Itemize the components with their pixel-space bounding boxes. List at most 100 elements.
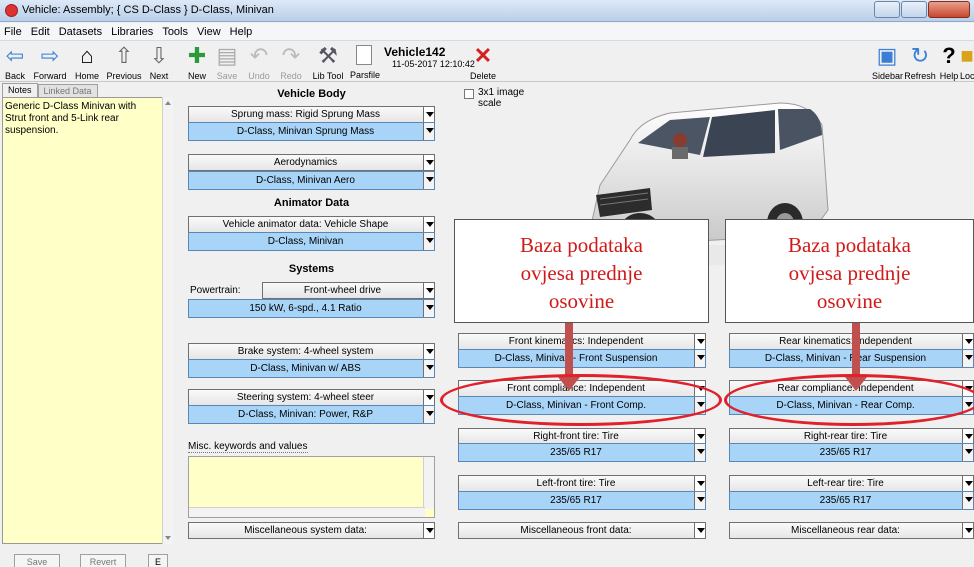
toolbar: ⇦ Back ⇨ Forward ⌂ Home ⇧ Previous ⇩ Nex… — [0, 42, 974, 82]
dropdown-arrow-icon — [423, 300, 434, 317]
tab-linked-data[interactable]: Linked Data — [37, 84, 98, 98]
aerodynamics-selector[interactable]: Aerodynamics — [188, 154, 435, 171]
menu-libraries[interactable]: Libraries — [111, 26, 153, 38]
menu-tools[interactable]: Tools — [162, 26, 188, 38]
rear-compliance-highlight — [724, 374, 974, 426]
notes-text: Generic D-Class Minivan with Strut front… — [5, 101, 137, 136]
callout-line: ovjesa prednje — [520, 261, 643, 285]
vehicle-body-header: Vehicle Body — [277, 88, 346, 100]
steering-system-dataset[interactable]: D-Class, Minivan: Power, R&P — [188, 405, 435, 424]
refresh-icon: ↻ — [910, 43, 930, 68]
previous-button[interactable]: ⇧ Previous — [104, 43, 144, 81]
forward-button[interactable]: ⇨ Forward — [30, 43, 70, 81]
window-title: Vehicle: Assembly; { CS D-Class } D-Clas… — [22, 4, 274, 16]
lock-button[interactable]: ■ Loc — [960, 43, 974, 81]
notes-textarea[interactable]: Generic D-Class Minivan with Strut front… — [2, 97, 173, 544]
misc-rear-data-selector[interactable]: Miscellaneous rear data: — [729, 522, 974, 539]
menu-datasets[interactable]: Datasets — [59, 26, 102, 38]
app-window: Vehicle: Assembly; { CS D-Class } D-Clas… — [0, 0, 974, 567]
left-front-tire-dataset[interactable]: 235/65 R17 — [458, 491, 706, 510]
dropdown-arrow-icon — [694, 523, 705, 538]
right-front-tire-dataset[interactable]: 235/65 R17 — [458, 443, 706, 462]
dropdown-arrow-icon — [694, 492, 705, 509]
front-arrow-stem — [565, 323, 573, 379]
notes-revert-button[interactable]: Revert — [80, 554, 126, 567]
menu-view[interactable]: View — [197, 26, 221, 38]
dropdown-arrow-icon — [423, 233, 434, 250]
maximize-button[interactable] — [901, 1, 927, 18]
back-button[interactable]: ⇦ Back — [2, 43, 28, 81]
dropdown-arrow-icon — [962, 334, 973, 349]
close-window-button[interactable] — [928, 1, 970, 18]
forward-arrow-icon: ⇨ — [40, 43, 60, 68]
redo-button[interactable]: ↷ Redo — [278, 43, 304, 81]
left-front-tire-selector[interactable]: Left-front tire: Tire — [458, 475, 706, 492]
front-kinematics-dataset[interactable]: D-Class, Minivan - Front Suspension — [458, 349, 706, 368]
notes-save-button[interactable]: Save — [14, 554, 60, 567]
lib-tool-button[interactable]: ⚒ Lib Tool — [310, 43, 346, 81]
scroll-up-icon — [165, 101, 171, 105]
powertrain-dataset[interactable]: 150 kW, 6-spd., 4.1 Ratio — [188, 299, 435, 318]
misc-keywords-textarea[interactable] — [188, 456, 435, 518]
parsfile-button[interactable]: Parsfile — [350, 70, 380, 80]
menu-help[interactable]: Help — [230, 26, 253, 38]
notes-scrollbar[interactable] — [162, 97, 173, 544]
callout-line: Baza podataka — [787, 233, 912, 257]
redo-icon: ↷ — [281, 43, 301, 68]
brake-system-selector[interactable]: Brake system: 4-wheel system — [188, 343, 435, 360]
minimize-button[interactable] — [874, 1, 900, 18]
front-kinematics-selector[interactable]: Front kinematics: Independent — [458, 333, 706, 350]
callout-line: osovine — [816, 289, 883, 313]
rear-suspension-callout: Baza podataka ovjesa prednje osovine — [725, 219, 974, 323]
left-rear-tire-selector[interactable]: Left-rear tire: Tire — [729, 475, 974, 492]
dropdown-arrow-icon — [423, 523, 434, 538]
animator-shape-dataset[interactable]: D-Class, Minivan — [188, 232, 435, 251]
left-rear-tire-dataset[interactable]: 235/65 R17 — [729, 491, 974, 510]
right-rear-tire-dataset[interactable]: 235/65 R17 — [729, 443, 974, 462]
dropdown-arrow-icon — [423, 217, 434, 232]
dropdown-arrow-icon — [423, 155, 434, 170]
callout-line: ovjesa prednje — [788, 261, 911, 285]
help-button[interactable]: ? Help — [938, 43, 960, 81]
dropdown-arrow-icon — [423, 390, 434, 405]
aerodynamics-dataset[interactable]: D-Class, Minivan Aero — [188, 171, 435, 190]
refresh-button[interactable]: ↻ Refresh — [904, 43, 936, 81]
menu-edit[interactable]: Edit — [31, 26, 50, 38]
home-button[interactable]: ⌂ Home — [72, 43, 102, 81]
save-toolbar-button[interactable]: ▤ Save — [214, 43, 240, 81]
dropdown-arrow-icon — [962, 444, 973, 461]
misc-system-data-selector[interactable]: Miscellaneous system data: — [188, 522, 435, 539]
next-button[interactable]: ⇩ Next — [144, 43, 174, 81]
dropdown-arrow-icon — [962, 492, 973, 509]
sprung-mass-selector[interactable]: Sprung mass: Rigid Sprung Mass — [188, 106, 435, 123]
powertrain-selector[interactable]: Front-wheel drive — [262, 282, 435, 299]
steering-system-selector[interactable]: Steering system: 4-wheel steer — [188, 389, 435, 406]
tab-notes[interactable]: Notes — [2, 83, 38, 97]
misc-front-data-selector[interactable]: Miscellaneous front data: — [458, 522, 706, 539]
delete-x-icon: ✕ — [473, 43, 493, 68]
misc-vertical-scrollbar[interactable] — [423, 457, 434, 509]
new-button[interactable]: ✚ New — [184, 43, 210, 81]
animator-shape-selector[interactable]: Vehicle animator data: Vehicle Shape — [188, 216, 435, 233]
window-controls — [873, 1, 970, 18]
scroll-down-icon — [165, 536, 171, 540]
undo-button[interactable]: ↶ Undo — [246, 43, 272, 81]
dropdown-arrow-icon — [694, 476, 705, 491]
brake-system-dataset[interactable]: D-Class, Minivan w/ ABS — [188, 359, 435, 378]
delete-button[interactable]: ✕ Delete — [468, 43, 498, 81]
menu-file[interactable]: File — [4, 26, 22, 38]
dropdown-arrow-icon — [423, 107, 434, 122]
front-suspension-callout: Baza podataka ovjesa prednje osovine — [454, 219, 709, 323]
dropdown-arrow-icon — [423, 360, 434, 377]
image-scale-checkbox[interactable] — [464, 89, 474, 99]
notes-extra-button[interactable]: E — [148, 554, 168, 567]
sidebar-button[interactable]: ▣ Sidebar — [872, 43, 903, 81]
misc-horizontal-scrollbar[interactable] — [189, 507, 425, 517]
dropdown-arrow-icon — [423, 283, 434, 298]
rear-arrow-stem — [852, 323, 860, 379]
callout-line: osovine — [548, 289, 615, 313]
undo-icon: ↶ — [249, 43, 269, 68]
up-arrow-icon: ⇧ — [114, 43, 134, 68]
dataset-name: Vehicle142 — [384, 45, 446, 59]
sprung-mass-dataset[interactable]: D-Class, Minivan Sprung Mass — [188, 122, 435, 141]
